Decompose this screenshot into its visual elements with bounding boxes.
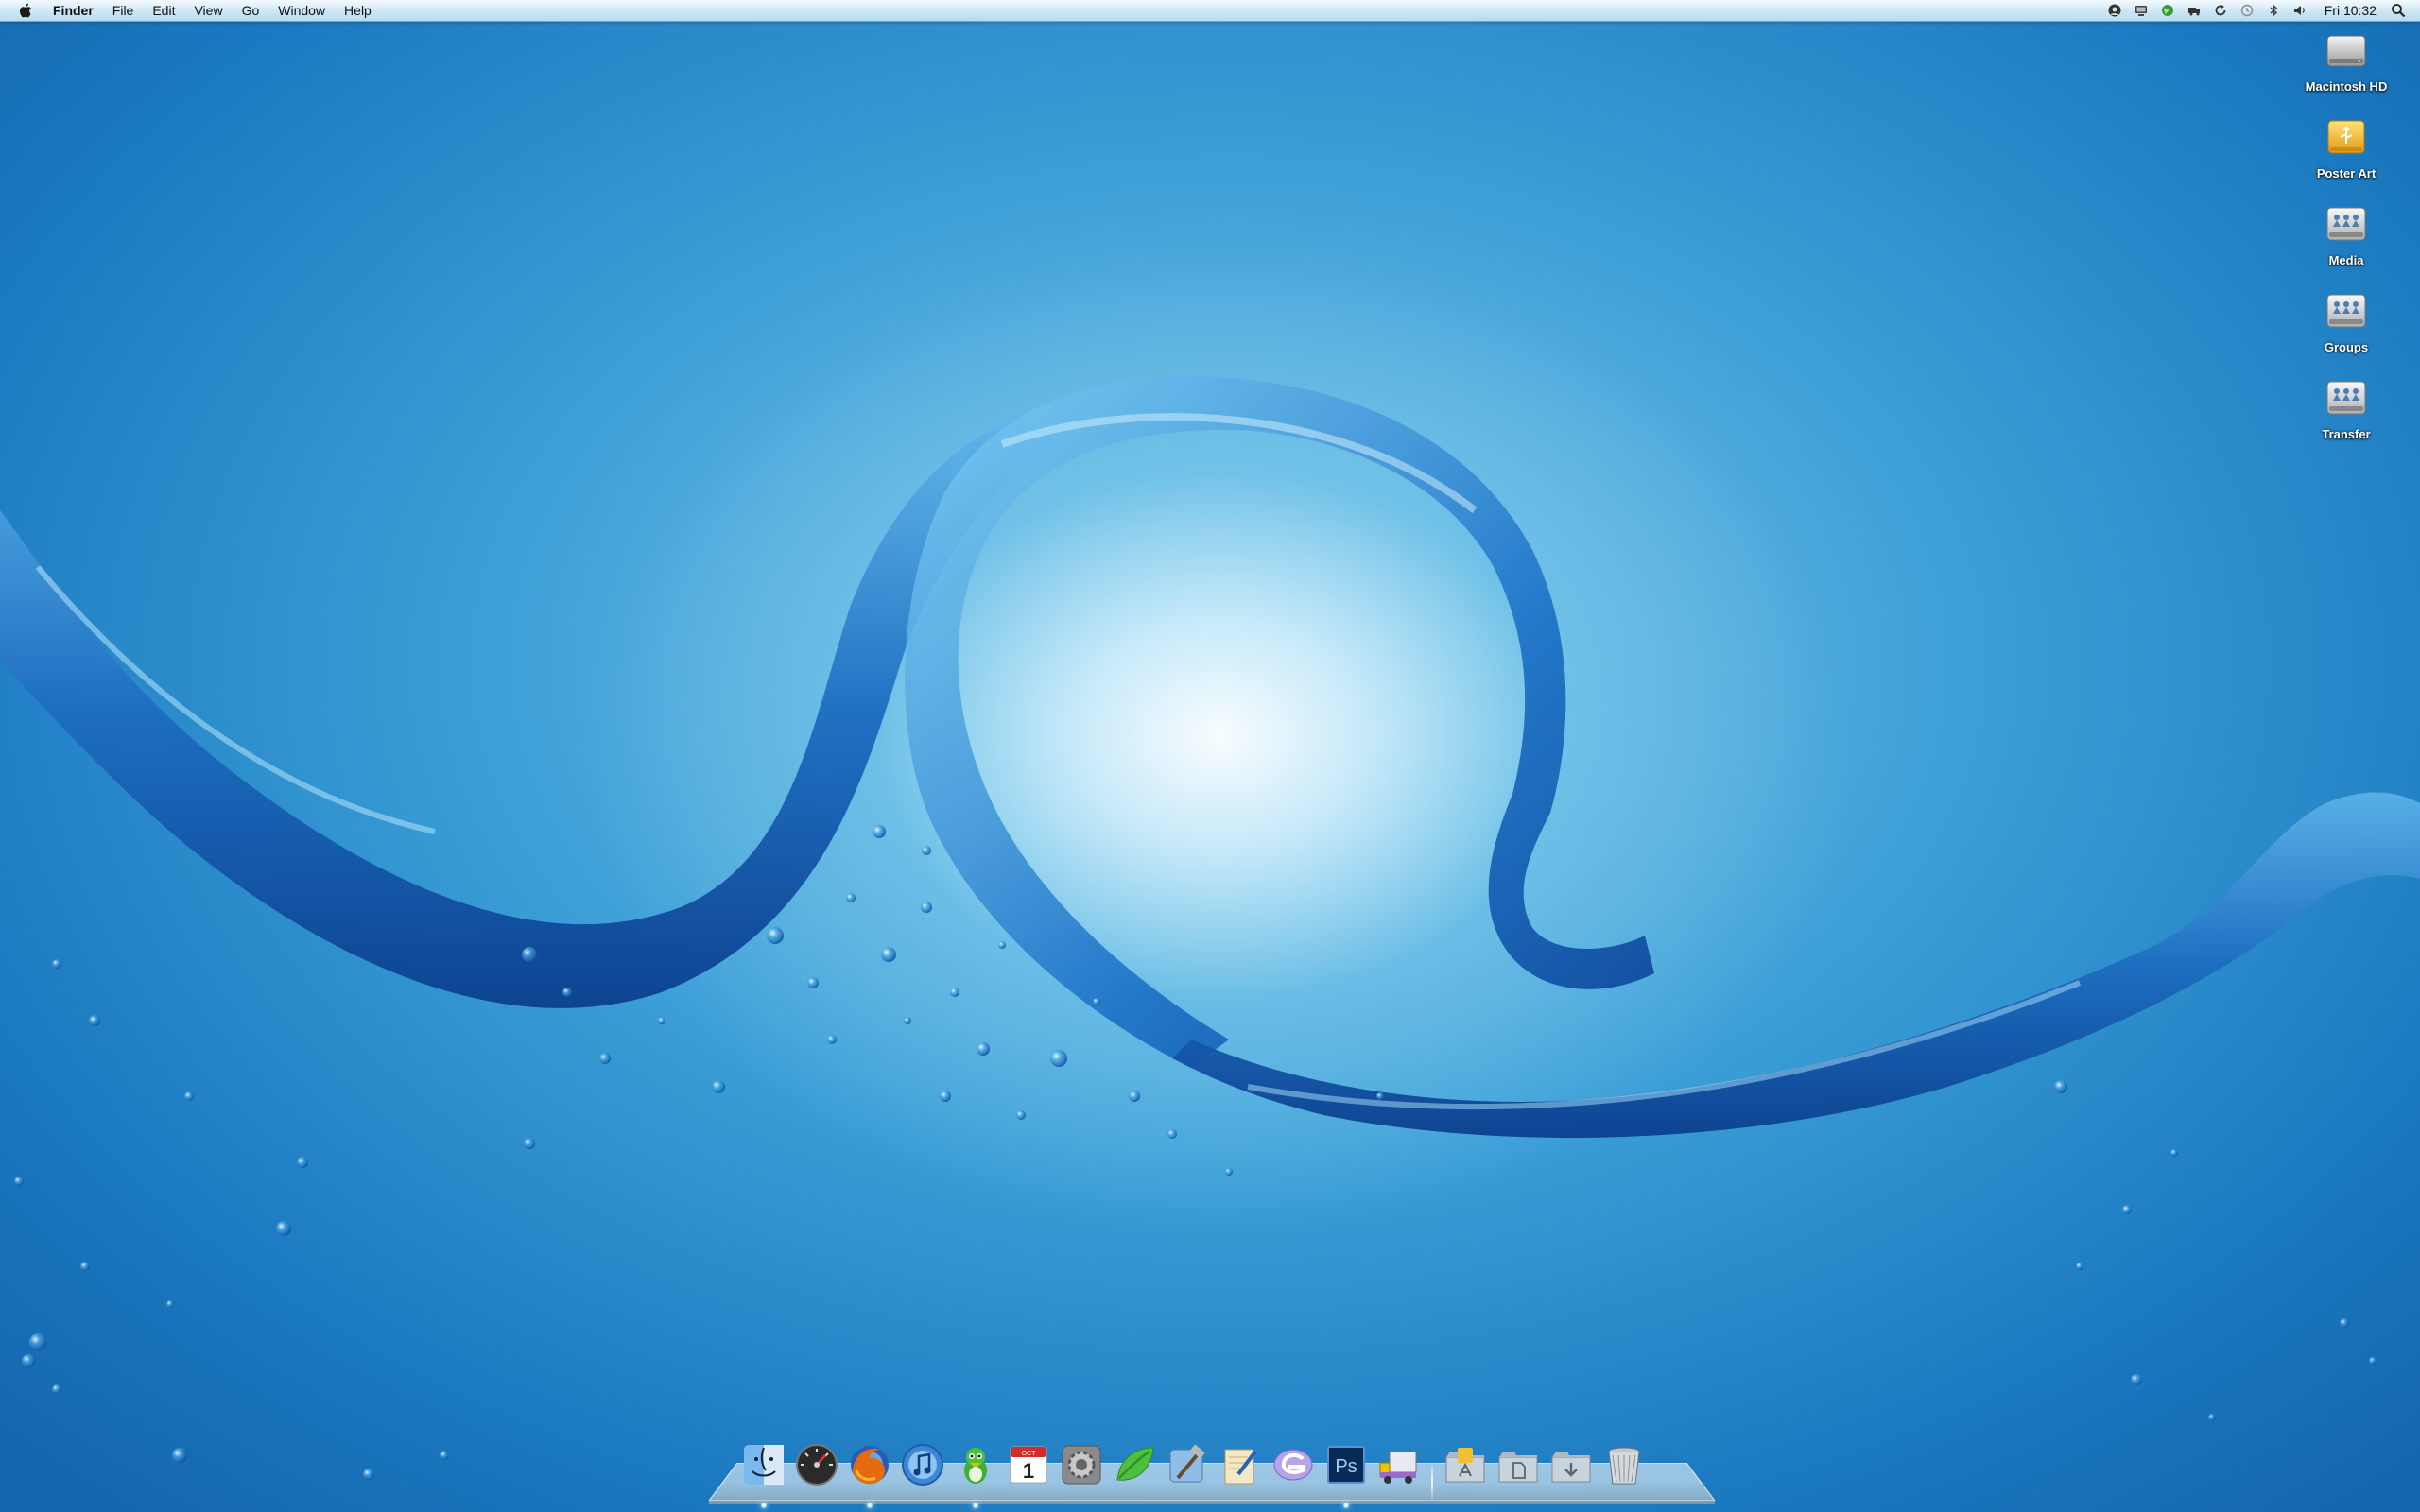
dock-separator (1426, 1442, 1439, 1499)
volume-icon[interactable] (2291, 2, 2308, 19)
dock-coda[interactable] (1110, 1442, 1159, 1499)
downloads-folder-icon (1551, 1452, 1591, 1483)
globe-icon[interactable] (2159, 2, 2176, 19)
desktop-icon-label: Media (2328, 253, 2364, 267)
desktop-icon-media[interactable]: Media (2299, 200, 2394, 287)
dock-applications-stack[interactable] (1441, 1442, 1490, 1499)
desktop-icon-groups[interactable]: Groups (2299, 287, 2394, 374)
dock-xcode[interactable] (1163, 1442, 1212, 1499)
refresh-icon[interactable] (2212, 2, 2229, 19)
menu-app-name[interactable]: Finder (47, 0, 103, 21)
menu-bar: Finder File Edit View Go Window Help Fri… (0, 0, 2420, 22)
hard-drive-icon (2326, 35, 2366, 67)
menu-window[interactable]: Window (268, 0, 335, 21)
desktop-icon-poster-art[interactable]: Poster Art (2299, 113, 2394, 200)
desktop-icon-label: Transfer (2322, 427, 2371, 441)
dock-firefox[interactable] (845, 1442, 894, 1508)
desktop-icons: Macintosh HD Poster Art Media Groups Tra… (2299, 26, 2394, 461)
time-machine-icon[interactable] (2238, 2, 2256, 19)
itunes-icon (902, 1444, 943, 1486)
menu-file[interactable]: File (103, 0, 144, 21)
leaf-icon (1116, 1447, 1154, 1481)
documents-folder-icon (1498, 1452, 1538, 1483)
desktop-icon-label: Poster Art (2316, 166, 2377, 180)
running-indicator (867, 1503, 873, 1508)
desktop-icon-label: Groups (2324, 340, 2369, 354)
network-share-icon (2326, 207, 2366, 241)
pen-document-icon (1224, 1449, 1257, 1485)
skype-icon[interactable] (2106, 2, 2123, 19)
dock-dashboard[interactable] (792, 1442, 841, 1499)
dock-downloads-stack[interactable] (1547, 1442, 1596, 1499)
dock-espresso[interactable] (1269, 1442, 1318, 1499)
running-indicator (1343, 1503, 1349, 1508)
menu-clock[interactable]: Fri 10:32 (2313, 0, 2388, 21)
system-preferences-icon (1062, 1445, 1101, 1485)
dashboard-icon (796, 1444, 838, 1486)
dock-finder[interactable] (739, 1442, 788, 1508)
wallpaper-water-wave (0, 376, 2420, 1480)
dock-documents-stack[interactable] (1494, 1442, 1543, 1499)
dock-trash[interactable] (1599, 1442, 1649, 1499)
desktop-icon-label: Macintosh HD (2305, 79, 2388, 94)
dock-itunes[interactable] (898, 1442, 947, 1499)
search-icon[interactable] (2388, 0, 2409, 21)
sync-icon[interactable] (2186, 2, 2203, 19)
network-share-icon (2326, 294, 2366, 328)
photoshop-icon: Ps (1327, 1446, 1365, 1484)
dock-system-preferences[interactable] (1057, 1442, 1106, 1499)
bluetooth-icon[interactable] (2265, 2, 2282, 19)
desktop-icon-transfer[interactable]: Transfer (2299, 374, 2394, 461)
running-indicator (973, 1503, 978, 1508)
running-indicator (761, 1503, 767, 1508)
photoshop-label: Ps (1335, 1456, 1357, 1477)
trash-icon (1608, 1447, 1640, 1485)
dock-ical[interactable]: OCT 1 (1004, 1442, 1053, 1499)
dock-photoshop[interactable]: Ps (1322, 1442, 1371, 1508)
applications-folder-icon (1445, 1448, 1485, 1483)
menu-extras: Fri 10:32 (2101, 0, 2420, 21)
network-share-icon (2326, 381, 2366, 415)
dock-adium[interactable] (951, 1442, 1000, 1508)
espresso-icon (1273, 1449, 1313, 1481)
adium-icon (964, 1448, 987, 1484)
calendar-month: OCT (1022, 1451, 1037, 1457)
calendar-date: 1 (1023, 1459, 1034, 1483)
dock-pages[interactable] (1216, 1442, 1265, 1499)
menu-go[interactable]: Go (233, 0, 269, 21)
menu-view[interactable]: View (184, 0, 232, 21)
xcode-hammer-icon (1169, 1444, 1205, 1483)
calendar-icon: OCT 1 (1010, 1446, 1047, 1484)
menu-edit[interactable]: Edit (143, 0, 184, 21)
dock: OCT 1 Ps (737, 1436, 1651, 1508)
transmit-truck-icon (1379, 1451, 1417, 1484)
desktop-icon-macintosh-hd[interactable]: Macintosh HD (2299, 26, 2394, 113)
menu-help[interactable]: Help (335, 0, 381, 21)
firefox-icon (851, 1446, 889, 1485)
finder-icon (744, 1445, 784, 1485)
dock-transmit[interactable] (1374, 1442, 1424, 1499)
usb-drive-icon (2327, 120, 2365, 154)
apple-logo-icon[interactable] (17, 2, 34, 19)
display-icon[interactable] (2133, 2, 2150, 19)
